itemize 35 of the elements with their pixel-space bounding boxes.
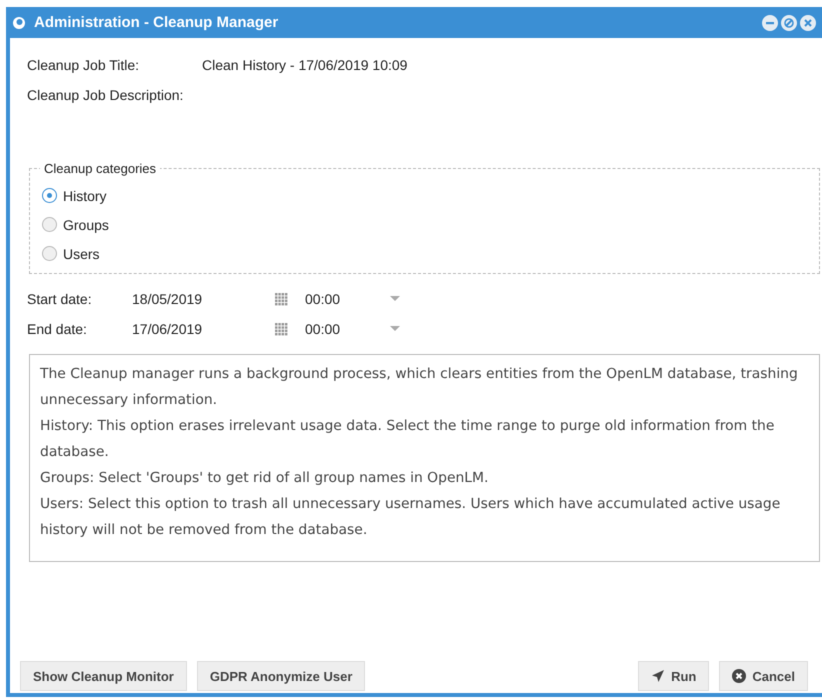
- radio-button[interactable]: [42, 246, 57, 261]
- field-label: Cleanup Job Description:: [27, 87, 184, 103]
- run-button[interactable]: Run: [638, 661, 710, 691]
- footer-button[interactable]: Show Cleanup Monitor: [20, 661, 187, 691]
- calendar-icon[interactable]: [275, 322, 288, 336]
- date-field[interactable]: 17/06/2019: [132, 321, 275, 337]
- date-field[interactable]: 18/05/2019: [132, 291, 275, 307]
- info-text: Users: Select this option to trash all unnecessary usernames. Users which have accumulated active usage history will not be removed from the database.: [40, 495, 782, 540]
- send-icon: [651, 669, 666, 683]
- date-label: End date:: [27, 321, 88, 337]
- field-label: Cleanup Job Title:: [27, 57, 140, 73]
- info-text: Groups: Select 'Groups' to get rid of all group names in OpenLM.: [40, 469, 490, 488]
- info-text: The Cleanup manager runs a background process, which clears entities from the OpenLM database, trashing unnecessary information.: [40, 365, 799, 410]
- close-icon[interactable]: [800, 14, 816, 30]
- time-field[interactable]: 00:00: [305, 291, 390, 307]
- group-legend: Cleanup categories: [40, 161, 160, 176]
- window-title: Administration - Cleanup Manager: [34, 14, 280, 31]
- app-logo-icon: [12, 16, 26, 30]
- caret-icon[interactable]: [390, 326, 400, 332]
- radio-label[interactable]: Groups: [63, 216, 109, 232]
- field-value: Clean History - 17/06/2019 10:09: [202, 57, 408, 73]
- calendar-icon[interactable]: [275, 292, 288, 306]
- minimize-icon[interactable]: [762, 14, 778, 30]
- date-label: Start date:: [27, 291, 93, 307]
- caret-icon[interactable]: [390, 296, 400, 302]
- radio-label[interactable]: History: [63, 188, 107, 204]
- close-icon: [732, 669, 746, 683]
- cancel-button[interactable]: Cancel: [719, 661, 808, 691]
- radio-button[interactable]: [42, 188, 57, 203]
- footer-button[interactable]: GDPR Anonymize User: [196, 661, 366, 691]
- restore-icon[interactable]: [781, 14, 797, 30]
- time-field[interactable]: 00:00: [305, 321, 390, 337]
- radio-button[interactable]: [42, 217, 57, 232]
- radio-label[interactable]: Users: [63, 246, 100, 262]
- info-text: History: This option erases irrelevant usage data. Select the time range to purge old information from the database.: [40, 417, 776, 462]
